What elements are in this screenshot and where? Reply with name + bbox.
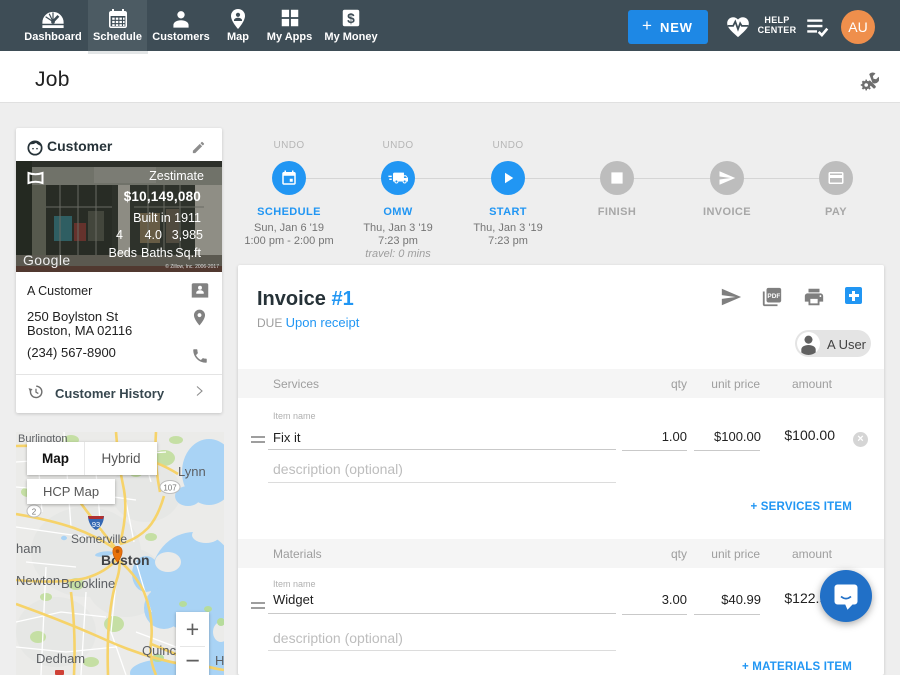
- svg-text:Dedham: Dedham: [36, 651, 85, 666]
- svg-text:ston: ston: [120, 552, 150, 568]
- svg-text:Brookline: Brookline: [61, 576, 115, 591]
- svg-text:Somerville: Somerville: [71, 532, 127, 546]
- svg-text:$: $: [347, 11, 355, 26]
- svg-text:107: 107: [163, 484, 177, 493]
- svg-text:2: 2: [32, 508, 37, 517]
- svg-text:93: 93: [92, 520, 100, 529]
- svg-text:ham: ham: [16, 541, 41, 556]
- svg-text:Hi: Hi: [215, 653, 224, 668]
- svg-text:Newton: Newton: [16, 573, 60, 588]
- svg-text:PDF: PDF: [767, 293, 780, 300]
- svg-text:Lynn: Lynn: [178, 464, 206, 479]
